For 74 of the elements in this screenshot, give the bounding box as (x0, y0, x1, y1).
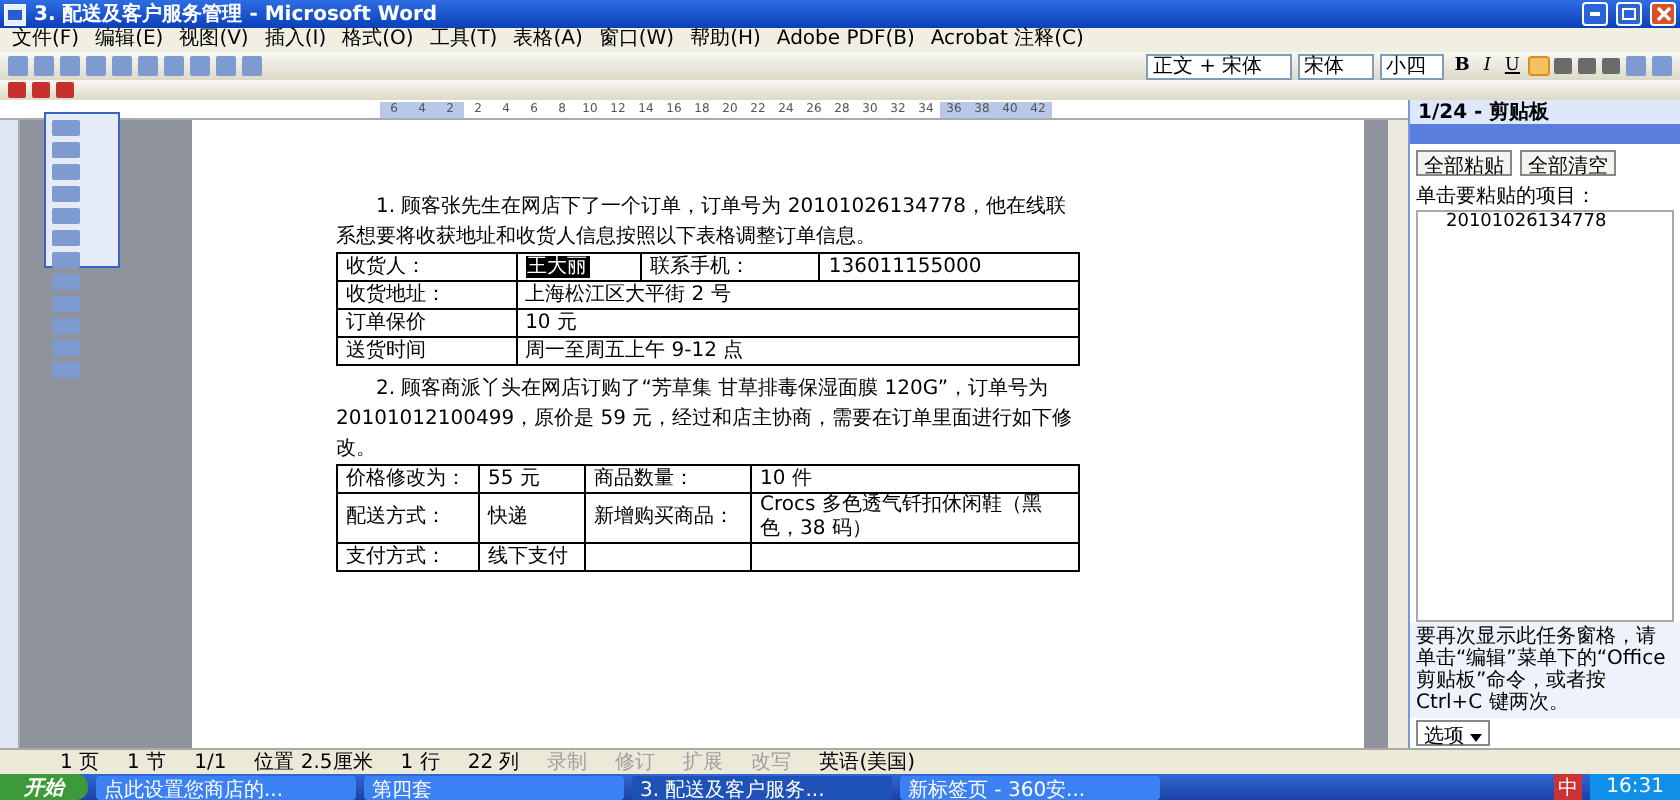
menu-item[interactable]: 窗口(W) (598, 28, 675, 52)
minimize-icon (1590, 12, 1600, 16)
format-button[interactable]: U (1500, 55, 1524, 77)
scroll-bar[interactable] (1388, 120, 1408, 748)
window-title: 3. 配送及客户服务管理 - Microsoft Word (34, 0, 438, 27)
pane-label: 单击要粘贴的项目： (1414, 183, 1598, 210)
taskbar-button[interactable]: 3. 配送及客户服务... (632, 775, 892, 799)
status-item: 位置 2.5厘米 (254, 749, 373, 776)
close-icon (1655, 6, 1671, 22)
table-cell: 线下支付 (488, 545, 568, 567)
status-item: 修订 (615, 750, 656, 776)
menu-item[interactable]: 视图(V) (179, 28, 249, 52)
paragraph: 1. 顾客张先生在网店下了一个订单，订单号为 20101026134778，他在线联系想要将收获地址和收货人信息按照以下表格调整订单信息。 (336, 193, 1068, 252)
table-cell: 王大丽 (516, 253, 641, 281)
pane-button[interactable]: 全部清空 (1520, 150, 1616, 176)
taskbar-button[interactable]: 新标签页 - 360安... (900, 775, 1160, 799)
format-button[interactable]: I (1479, 55, 1495, 77)
paragraph: 2. 顾客商派丫头在网店订购了“芳草集 甘草排毒保湿面膜 120G”，订单号为 20101012100499，原价是 59 元，经过和店主协商，需要在订单里面进行如下修改。 (336, 375, 1075, 464)
table-cell: 136011155000 (819, 253, 1079, 281)
menu-item[interactable]: 表格(A) (513, 28, 583, 52)
table-cell: 上海松江区大平街 2 号 (516, 281, 1079, 309)
menu-item[interactable]: 编辑(E) (95, 28, 164, 52)
restore-icon (1622, 8, 1636, 20)
minimize-button[interactable] (1582, 2, 1608, 26)
table-cell: 配送方式： (346, 506, 446, 528)
pane-hint: 要再次显示此任务窗格，请单击“编辑”菜单下的“Office 剪贴板”命令，或者按 Ctrl+C 键两次。 (1410, 622, 1680, 718)
document-icon (4, 3, 26, 25)
taskbar-button[interactable]: 第四套 (364, 775, 624, 799)
menu-item[interactable]: 文件(F) (12, 28, 80, 52)
status-item: 22 列 (467, 750, 520, 776)
menu-item[interactable]: 格式(O) (342, 28, 414, 52)
menu-item[interactable]: 工具(T) (429, 28, 498, 52)
status-item: 扩展 (683, 749, 724, 776)
table-cell: 10 元 (516, 309, 1079, 337)
menu-item[interactable]: Acrobat 注释(C) (930, 28, 1084, 52)
table-cell: 支付方式： (346, 545, 446, 567)
table-cell: 快递 (488, 506, 528, 528)
table-cell: Crocs 多色透气钎扣休闲鞋（黑色，38 码） (760, 494, 1042, 540)
options-button[interactable]: 选项 (1416, 720, 1491, 746)
status-item: 1 页 (60, 750, 100, 776)
table-cell: 收货地址： (337, 281, 517, 309)
clock: 16:31 (1590, 774, 1680, 800)
font-dropdown[interactable]: 宋体 (1298, 53, 1375, 79)
restore-button[interactable] (1616, 2, 1642, 26)
status-item: 1/1 (194, 751, 227, 773)
table-cell: 联系手机： (640, 253, 820, 281)
table-cell: 订单保价 (337, 309, 517, 337)
close-button[interactable] (1650, 2, 1676, 26)
start-button[interactable]: 开始 (0, 774, 88, 800)
menu-item[interactable]: 帮助(H) (690, 28, 761, 52)
pane-title: 1/24 - 剪贴板 (1418, 99, 1550, 126)
font-size-dropdown[interactable]: 小四 (1380, 53, 1445, 79)
status-item: 1 行 (400, 750, 440, 776)
input-method-indicator[interactable]: 中 (1554, 773, 1583, 800)
table-cell: 新增购买商品： (594, 506, 734, 528)
status-item: 英语(美国) (819, 749, 916, 776)
menu-item[interactable]: 插入(I) (264, 28, 327, 52)
caret-icon (1470, 734, 1483, 742)
clipboard-item[interactable]: 20101026134778 (1418, 212, 1672, 232)
table-cell: 55 元 (488, 467, 540, 489)
table-cell: 商品数量： (594, 467, 694, 489)
pane-button[interactable]: 全部粘贴 (1416, 150, 1512, 176)
table-cell: 10 件 (760, 467, 812, 489)
format-button[interactable]: B (1450, 55, 1474, 77)
status-item: 改写 (751, 750, 792, 776)
status-item: 录制 (547, 749, 588, 776)
table-cell: 送货时间 (337, 337, 517, 365)
status-item: 1 节 (127, 749, 167, 776)
menu-item[interactable]: Adobe PDF(B) (776, 28, 915, 52)
table-cell: 周一至周五上午 9-12 点 (516, 337, 1079, 365)
taskbar-button[interactable]: 点此设置您商店的... (96, 775, 356, 799)
table-cell: 收货人： (337, 253, 517, 281)
style-dropdown[interactable]: 正文 + 宋体 (1146, 53, 1293, 79)
table-cell: 价格修改为： (346, 467, 466, 489)
